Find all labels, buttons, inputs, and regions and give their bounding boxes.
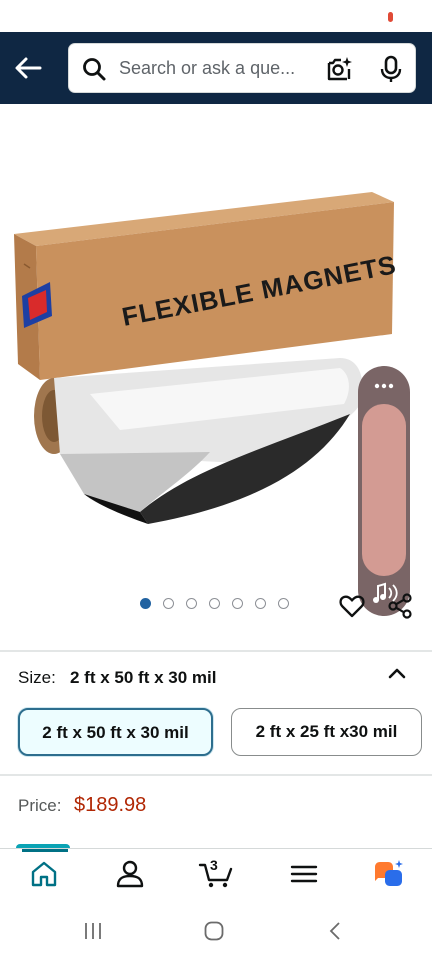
more-options-icon[interactable] [372, 376, 396, 396]
section-divider [0, 650, 432, 652]
top-header: Search or ask a que... [0, 32, 432, 104]
search-input[interactable]: Search or ask a que... [119, 58, 295, 79]
price-value: $189.98 [74, 794, 147, 816]
size-option-selected[interactable]: 2 ft x 50 ft x 30 mil [18, 708, 213, 756]
chevron-up-icon[interactable] [386, 664, 408, 682]
pagination-dot[interactable] [209, 598, 220, 609]
home-button-icon[interactable] [203, 920, 225, 942]
system-back-icon[interactable] [324, 920, 346, 942]
media-thumbnail[interactable] [362, 404, 406, 576]
recent-apps-icon[interactable] [82, 920, 104, 942]
pagination-dot[interactable] [232, 598, 243, 609]
floating-media-widget[interactable] [358, 366, 410, 616]
bottom-navigation: 3 [0, 848, 432, 900]
system-navigation-bar [0, 900, 432, 960]
search-icon [83, 58, 106, 81]
back-arrow-icon[interactable] [10, 50, 46, 86]
menu-icon[interactable] [288, 859, 320, 889]
camera-search-icon[interactable] [325, 55, 353, 83]
rufus-icon[interactable] [372, 859, 404, 889]
size-label: Size: [18, 668, 56, 687]
home-icon[interactable] [28, 859, 60, 889]
share-icon[interactable] [386, 592, 414, 620]
size-selected-value: 2 ft x 50 ft x 30 mil [70, 668, 217, 687]
notification-dot [388, 12, 393, 22]
pagination-dot[interactable] [278, 598, 289, 609]
pagination-dot[interactable] [163, 598, 174, 609]
status-bar [0, 0, 432, 32]
price-label: Price: [18, 796, 62, 815]
size-option[interactable]: 2 ft x 25 ft x30 mil [231, 708, 422, 756]
account-icon[interactable] [114, 859, 146, 889]
search-bar[interactable]: Search or ask a que... [68, 43, 416, 93]
wishlist-heart-icon[interactable] [338, 592, 366, 620]
active-tab-indicator [22, 849, 68, 852]
pagination-dot-active[interactable] [140, 598, 151, 609]
microphone-icon[interactable] [379, 55, 403, 83]
section-divider [0, 774, 432, 776]
product-image-gallery[interactable]: FLEXIBLE MAGNETS [0, 104, 432, 644]
product-page: Search or ask a que... FLEXIBLE MAGNETS … [0, 0, 432, 960]
cart-button[interactable]: 3 [198, 857, 233, 889]
cart-count-badge: 3 [210, 857, 218, 873]
pagination-dot[interactable] [186, 598, 197, 609]
pagination-dot[interactable] [255, 598, 266, 609]
image-pagination [140, 598, 289, 609]
